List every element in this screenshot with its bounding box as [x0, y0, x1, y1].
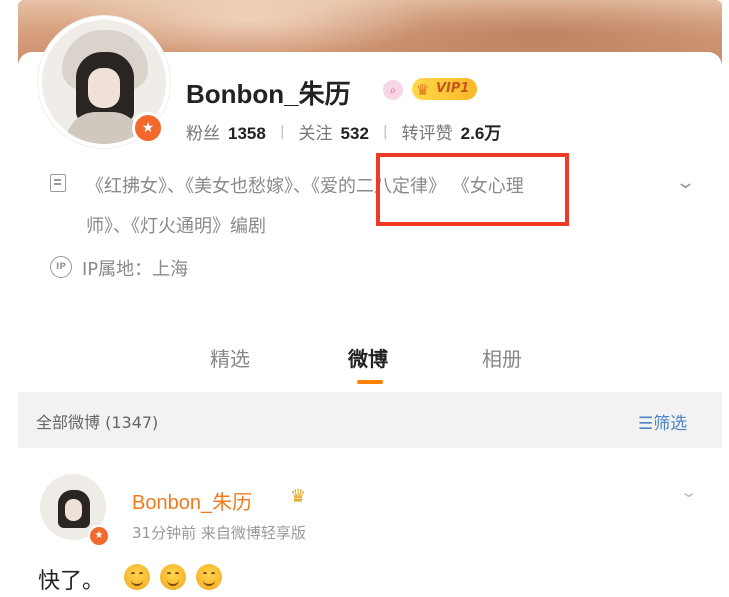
highlight-box — [376, 153, 569, 226]
profile-name: Bonbon_朱历 — [186, 79, 351, 109]
post-meta: 31分钟前 来自微博轻享版 — [132, 524, 306, 542]
post-author[interactable]: Bonbon_朱历 — [132, 486, 252, 515]
post-verified-icon: ★ — [88, 525, 110, 547]
all-weibo-count[interactable]: 全部微博 (1347) — [36, 409, 158, 433]
post-text: 快了。 — [38, 569, 105, 594]
smile-emoji-icon — [160, 564, 186, 590]
ip-icon: IP — [50, 256, 72, 278]
crown-icon: ♛ — [290, 486, 307, 507]
smile-emoji-icon — [124, 564, 150, 590]
post-menu-chevron-icon[interactable]: ⌄ — [679, 482, 698, 501]
crown-icon: ♛ — [416, 81, 430, 99]
ip-location: IP属地：上海 — [82, 259, 189, 280]
search-icon[interactable]: ⌕ — [383, 80, 403, 100]
tab-album[interactable]: 相册 — [482, 343, 522, 372]
smile-emoji-icon — [196, 564, 222, 590]
bio-line-2: 师》、《灯火通明》编剧 — [86, 216, 266, 237]
stat-followers[interactable]: 粉丝 1358 — [186, 119, 266, 144]
verified-badge-icon: ★ — [132, 112, 164, 144]
filter-button[interactable]: ☰筛选 — [638, 409, 687, 434]
stat-likes[interactable]: 转评赞 2.6万 — [402, 119, 502, 144]
chevron-down-icon[interactable]: ⌄ — [675, 172, 696, 193]
tab-weibo[interactable]: 微博 — [348, 343, 388, 372]
vip-badge[interactable]: ♛ VIP1 — [412, 78, 478, 100]
tab-featured[interactable]: 精选 — [210, 343, 250, 372]
profile-stats: 粉丝 1358 | 关注 532 | 转评赞 2.6万 — [186, 119, 502, 145]
filter-icon: ☰ — [638, 414, 654, 434]
document-icon — [50, 174, 66, 192]
active-tab-indicator — [357, 380, 383, 384]
stat-following[interactable]: 关注 532 — [299, 119, 369, 144]
